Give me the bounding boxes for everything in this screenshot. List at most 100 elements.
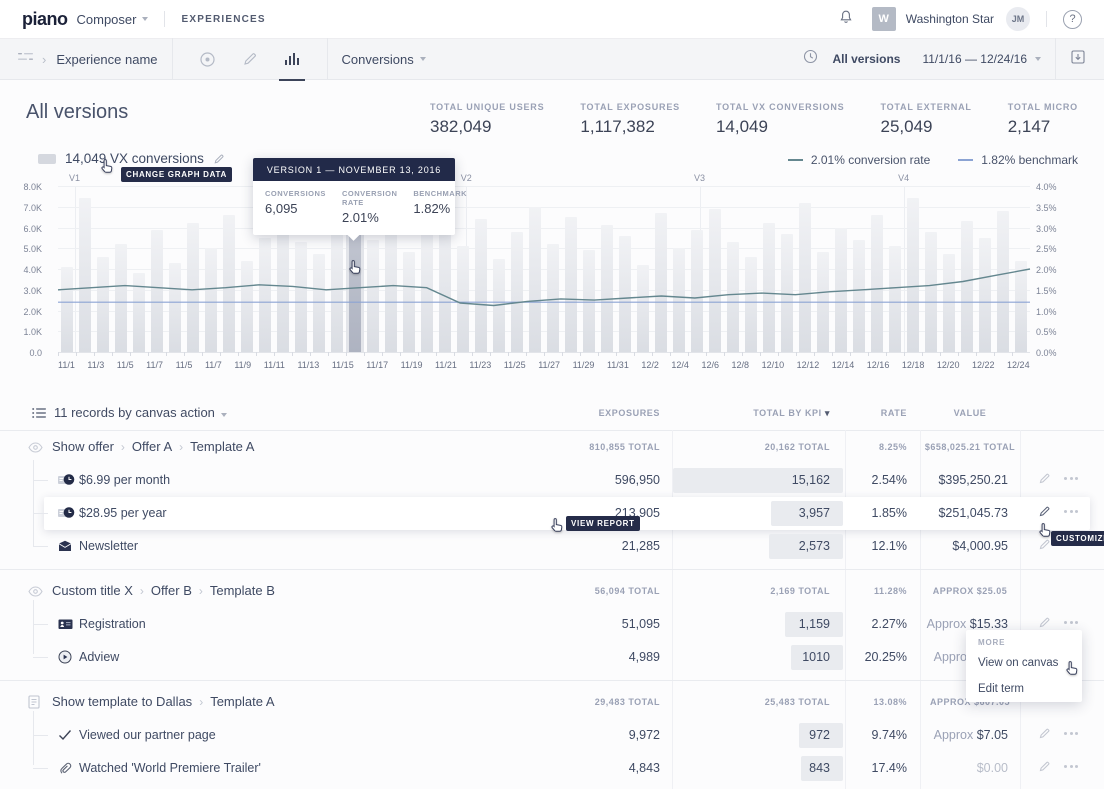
row-rate: 9.74%: [872, 728, 907, 742]
more-icon[interactable]: [1064, 477, 1078, 480]
table-row[interactable]: Adview4,989101020.25%Approx $7.05: [0, 641, 1104, 674]
analytics-tab[interactable]: [271, 38, 313, 80]
date-range[interactable]: 11/1/16 — 12/24/16: [922, 52, 1027, 66]
row-label: Registration: [79, 617, 146, 631]
col-exposures[interactable]: EXPOSURES: [599, 408, 660, 418]
row-rate: 20.25%: [865, 650, 907, 664]
hand-cursor: [347, 259, 363, 275]
user-avatar[interactable]: JM: [1006, 7, 1030, 31]
divider: [327, 38, 328, 80]
chart-legend: 2.01% conversion rate 1.82% benchmark: [788, 153, 1078, 167]
more-icon[interactable]: [1064, 765, 1078, 768]
row-label: $6.99 per month: [79, 473, 170, 487]
hand-cursor: [549, 517, 565, 533]
tooltip-title: VERSION 1 — NOVEMBER 13, 2016: [253, 158, 455, 181]
chevron-down-icon[interactable]: [142, 17, 148, 21]
export-icon[interactable]: [1070, 49, 1086, 70]
row-exposures: 21,285: [622, 539, 660, 553]
row-kpi: 1010: [802, 650, 830, 664]
group-header-row[interactable]: Show template to Dallas›Template A29,483…: [0, 685, 1104, 719]
group-header-row[interactable]: Show offer›Offer A›Template A810,855 TOT…: [0, 430, 1104, 464]
version-label: V2: [461, 173, 472, 183]
more-icon[interactable]: [1064, 621, 1078, 624]
stat-unique-users: TOTAL UNIQUE USERS382,049: [430, 102, 544, 137]
row-value: $0.00: [977, 761, 1008, 775]
row-kpi: 1,159: [799, 617, 830, 631]
row-label: Watched 'World Premiere Trailer': [79, 761, 261, 775]
stat-micro: TOTAL MICRO2,147: [1008, 102, 1078, 137]
mail-icon: [58, 539, 72, 557]
row-kpi: 972: [809, 728, 830, 742]
table-row[interactable]: Watched 'World Premiere Trailer'4,843843…: [0, 752, 1104, 785]
group-header-row[interactable]: Custom title X›Offer B›Template B56,094 …: [0, 574, 1104, 608]
table-row[interactable]: $6.99 per month596,95015,1622.54%$395,25…: [0, 464, 1104, 497]
y-axis-right: 4.0%3.5%3.0%2.5%2.0%1.5%1.0%0.5%0.0%: [1036, 186, 1086, 352]
table-group: Custom title X›Offer B›Template B56,094 …: [0, 569, 1104, 674]
row-rate: 2.54%: [872, 473, 907, 487]
group-breadcrumb: Show template to Dallas›Template A: [52, 694, 275, 709]
divider: [172, 38, 173, 80]
org-avatar[interactable]: W: [872, 7, 896, 31]
col-total-by-kpi[interactable]: TOTAL BY KPI ▾: [753, 408, 830, 419]
edit-icon[interactable]: [1038, 505, 1051, 523]
change-graph-data-tooltip: CHANGE GRAPH DATA: [121, 167, 232, 182]
edit-icon[interactable]: [1038, 760, 1051, 778]
bar-swatch: [38, 154, 56, 164]
table-row[interactable]: Viewed our partner page9,9729729.74%Appr…: [0, 719, 1104, 752]
row-value: $4,000.95: [952, 539, 1008, 553]
edit-icon[interactable]: [1038, 727, 1051, 745]
edit-icon[interactable]: [1038, 472, 1051, 490]
records-count[interactable]: 11 records by canvas action: [54, 405, 227, 420]
stat-exposures: TOTAL EXPOSURES1,117,382: [580, 102, 680, 137]
hand-cursor: [1064, 660, 1080, 676]
idcard-icon: [58, 617, 73, 635]
table-row[interactable]: Registration51,0951,1592.27%Approx $15.3…: [0, 608, 1104, 641]
breadcrumb[interactable]: Experience name: [56, 52, 157, 67]
bell-icon[interactable]: [838, 9, 854, 30]
x-axis-ticks: [58, 352, 1030, 356]
row-label: Newsletter: [79, 539, 138, 553]
table-row[interactable]: Newsletter21,2852,57312.1%$4,000.95: [0, 530, 1104, 563]
edit-tab[interactable]: [229, 38, 271, 80]
tooltip-conversion-rate: CONVERSION RATE2.01%: [342, 189, 397, 225]
row-exposures: 51,095: [622, 617, 660, 631]
view-report-tooltip: VIEW REPORT: [566, 516, 640, 531]
row-kpi: 3,957: [799, 506, 830, 520]
edit-metric-icon[interactable]: [213, 153, 225, 165]
report-type-select[interactable]: Conversions: [342, 52, 414, 67]
clock-icon: [803, 49, 818, 69]
chevron-down-icon: [420, 57, 426, 61]
chart-plot[interactable]: V1V2V3V4: [58, 186, 1030, 352]
doc-icon: [28, 695, 40, 714]
clip-icon: [58, 761, 72, 780]
col-value[interactable]: VALUE: [920, 408, 1020, 418]
play-icon: [58, 650, 72, 669]
row-value: $251,045.73: [938, 506, 1008, 520]
col-rate[interactable]: RATE: [881, 408, 907, 418]
row-exposures: 4,843: [629, 761, 660, 775]
chart-metric[interactable]: 14,049 VX conversions: [38, 151, 225, 166]
canvas-list-icon[interactable]: [18, 50, 34, 68]
more-icon[interactable]: [1064, 732, 1078, 735]
tooltip-benchmark: BENCHMARK1.82%: [413, 189, 467, 225]
help-icon[interactable]: ?: [1063, 10, 1082, 29]
version-label: V1: [69, 173, 80, 183]
target-tab[interactable]: [187, 38, 229, 80]
org-name[interactable]: Washington Star: [906, 12, 994, 26]
page-title: All versions: [26, 101, 128, 124]
row-exposures: 4,989: [629, 650, 660, 664]
table-body: Show offer›Offer A›Template A810,855 TOT…: [0, 430, 1104, 785]
experience-toolbar: › Experience name Conversions All versio…: [0, 38, 1104, 80]
row-value: $395,250.21: [938, 473, 1008, 487]
more-icon[interactable]: [1064, 510, 1078, 513]
version-label: V3: [694, 173, 705, 183]
version-label: V4: [898, 173, 909, 183]
chart-metric-label: 14,049 VX conversions: [65, 151, 204, 166]
versions-filter[interactable]: All versions: [832, 52, 900, 66]
table-group: Show template to Dallas›Template A29,483…: [0, 680, 1104, 785]
menu-edit-term[interactable]: Edit term: [966, 676, 1082, 702]
product-name: Composer: [77, 12, 137, 27]
edit-icon[interactable]: [1038, 538, 1051, 556]
nav-experiences[interactable]: EXPERIENCES: [181, 14, 265, 25]
stat-vx-conversions: TOTAL VX CONVERSIONS14,049: [716, 102, 845, 137]
